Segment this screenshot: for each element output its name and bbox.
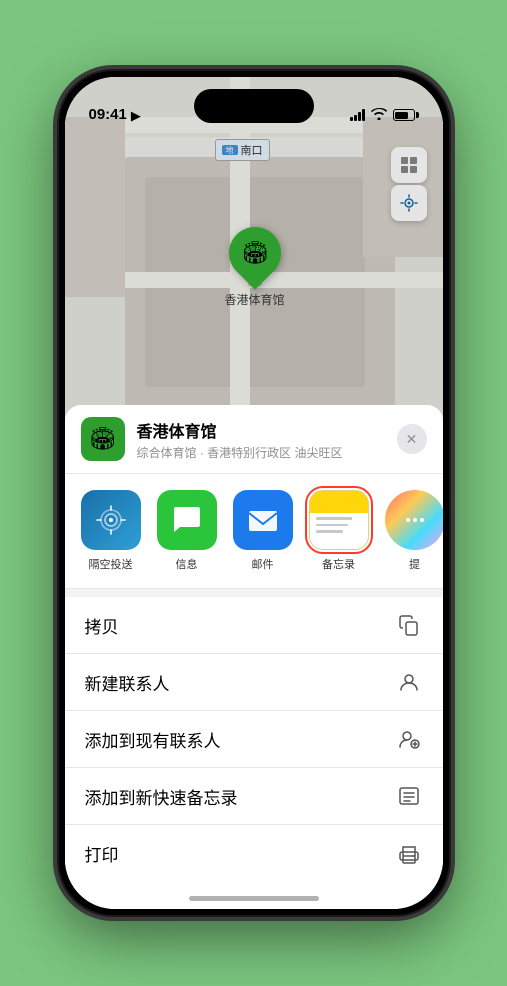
location-info: 香港体育馆 综合体育馆 · 香港特别行政区 油尖旺区 [137, 418, 385, 461]
mail-label: 邮件 [252, 556, 274, 572]
action-copy[interactable]: 拷贝 [65, 597, 443, 654]
bar-4 [362, 109, 365, 121]
app-item-airdrop[interactable]: 隔空投送 [77, 490, 145, 572]
location-subtitle: 综合体育馆 · 香港特别行政区 油尖旺区 [137, 444, 385, 461]
home-indicator-area [65, 881, 443, 909]
more-icon [385, 490, 443, 550]
bar-2 [354, 115, 357, 121]
status-icons [350, 107, 419, 125]
home-indicator [189, 896, 319, 901]
print-icon [395, 839, 423, 867]
notes-icon [309, 490, 369, 550]
share-sheet: 🏟 香港体育馆 综合体育馆 · 香港特别行政区 油尖旺区 ✕ [65, 405, 443, 909]
print-label: 打印 [85, 841, 119, 866]
bar-3 [358, 112, 361, 121]
action-list: 拷贝 新建联系人 [65, 597, 443, 881]
wifi-icon [371, 107, 387, 123]
messages-label: 信息 [176, 556, 198, 572]
messages-icon [157, 490, 217, 550]
dynamic-island [194, 89, 314, 123]
close-button[interactable]: ✕ [397, 424, 427, 454]
map-pin: 🏟 [218, 216, 292, 290]
map-pin-container: 🏟 香港体育馆 [225, 227, 285, 308]
bar-1 [350, 117, 353, 121]
status-time: 09:41 [89, 106, 127, 125]
copy-icon [395, 611, 423, 639]
app-item-mail[interactable]: 邮件 [229, 490, 297, 572]
apps-row: 隔空投送 信息 [65, 474, 443, 589]
location-name: 香港体育馆 [137, 418, 385, 442]
notes-label: 备忘录 [322, 556, 355, 572]
new-contact-label: 新建联系人 [85, 670, 170, 695]
battery [393, 109, 419, 121]
action-new-contact[interactable]: 新建联系人 [65, 654, 443, 711]
action-add-contact[interactable]: 添加到现有联系人 [65, 711, 443, 768]
map-pin-label: 香港体育馆 [225, 291, 285, 308]
action-quick-note[interactable]: 添加到新快速备忘录 [65, 768, 443, 825]
quick-note-icon [395, 782, 423, 810]
action-print[interactable]: 打印 [65, 825, 443, 881]
airdrop-icon [81, 490, 141, 550]
mail-icon [233, 490, 293, 550]
app-item-messages[interactable]: 信息 [153, 490, 221, 572]
app-item-more[interactable]: 提 [381, 490, 443, 572]
location-card: 🏟 香港体育馆 综合体育馆 · 香港特别行政区 油尖旺区 ✕ [65, 405, 443, 474]
phone-screen: 09:41 ▶ [65, 77, 443, 909]
phone-frame: 09:41 ▶ [59, 71, 449, 915]
add-contact-icon [395, 725, 423, 753]
location-icon: ▶ [131, 108, 141, 124]
signal-bars [350, 109, 365, 121]
quick-note-label: 添加到新快速备忘录 [85, 784, 238, 809]
map-pin-icon: 🏟 [241, 240, 269, 266]
app-item-notes[interactable]: 备忘录 [305, 490, 373, 572]
location-card-icon: 🏟 [81, 417, 125, 461]
more-label: 提 [409, 556, 420, 572]
add-contact-label: 添加到现有联系人 [85, 727, 221, 752]
airdrop-label: 隔空投送 [89, 556, 133, 572]
new-contact-icon [395, 668, 423, 696]
copy-label: 拷贝 [85, 613, 119, 638]
